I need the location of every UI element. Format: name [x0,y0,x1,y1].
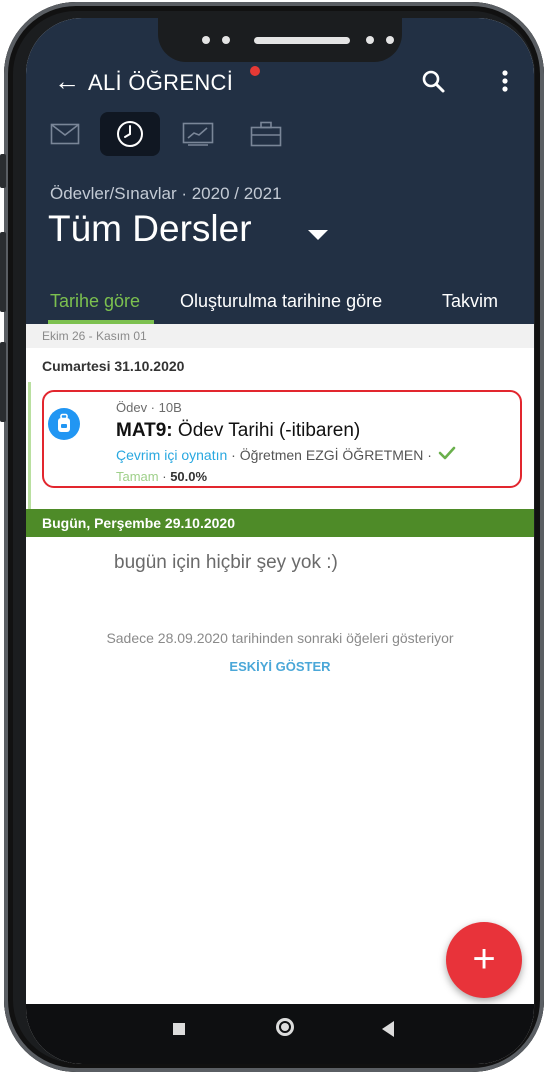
item-details: Çevrim içi oynatın · Öğretmen EZGİ ÖĞRET… [116,446,456,463]
empty-message: bugün için hiçbir şey yok :) [114,552,338,573]
chart-icon[interactable] [168,112,228,156]
student-name-title[interactable]: ALİ ÖĞRENCİ [88,70,233,96]
homework-item[interactable]: Ödev · 10B MAT9: Ödev Tarihi (-itibaren)… [42,390,522,488]
clock-icon[interactable] [100,112,160,156]
day-indicator-strip [28,382,31,512]
speaker-bar [254,37,350,44]
progress-value: 50.0% [170,469,208,484]
side-button [0,342,6,422]
side-button [0,232,6,312]
term-subtitle: Ödevler/Sınavlar · 2020 / 2021 [50,184,282,203]
notification-dot [250,66,260,76]
check-icon [438,446,456,463]
sensor-dot [222,36,230,44]
app-header: ← ALİ ÖĞRENCİ Ödevler/Sınavlar · 2020 / … [26,18,534,324]
day-header: Cumartesi 31.10.2020 [42,358,185,374]
system-nav-bar [26,1004,534,1064]
mail-icon[interactable] [35,112,95,156]
date-filter-note: Sadece 28.09.2020 tarihinden sonraki öğe… [106,630,454,646]
course-selector-title[interactable]: Tüm Dersler [48,208,252,250]
home-icon[interactable] [276,1018,294,1036]
backpack-icon [48,408,80,440]
recents-icon[interactable] [173,1023,185,1035]
item-course-code: MAT9: [116,420,173,441]
back-arrow-icon[interactable]: ← [54,68,80,94]
sensor-dot [366,36,374,44]
teacher-name: Öğretmen EZGİ ÖĞRETMEN · [239,447,432,463]
show-old-button[interactable]: ESKİYİ GÖSTER [26,659,534,674]
phone-frame: ← ALİ ÖĞRENCİ Ödevler/Sınavlar · 2020 / … [0,2,544,1072]
briefcase-icon[interactable] [236,112,296,156]
item-status: Tamam · 50.0% [116,469,207,484]
sensor-dot [386,36,394,44]
plus-icon: + [472,937,496,981]
side-button [0,154,6,188]
search-icon[interactable] [420,68,446,94]
tab-by-date[interactable]: Tarihe göre [50,291,140,312]
today-header: Bugün, Perşembe 29.10.2020 [26,509,534,537]
item-title-text: Ödev Tarihi (-itibaren) [172,420,361,441]
tab-by-creation-date[interactable]: Oluşturulma tarihine göre [180,291,382,312]
dropdown-arrow-icon[interactable] [308,230,328,240]
item-type-class: Ödev · 10B [116,400,182,415]
separator: · [227,447,240,463]
sensor-dot [202,36,210,44]
status-separator: · [158,469,171,484]
tab-calendar[interactable]: Takvim [442,291,498,312]
item-title: MAT9: Ödev Tarihi (-itibaren) [116,420,360,442]
screen: ← ALİ ÖĞRENCİ Ödevler/Sınavlar · 2020 / … [26,18,534,1064]
more-vert-icon[interactable] [500,68,510,94]
nav-back-icon[interactable] [382,1021,394,1037]
camera-notch [158,18,402,62]
add-button[interactable]: + [446,922,522,998]
week-range-label: Ekim 26 - Kasım 01 [26,324,534,348]
play-online-link[interactable]: Çevrim içi oynatın [116,447,227,463]
status-text: Tamam [116,469,159,484]
